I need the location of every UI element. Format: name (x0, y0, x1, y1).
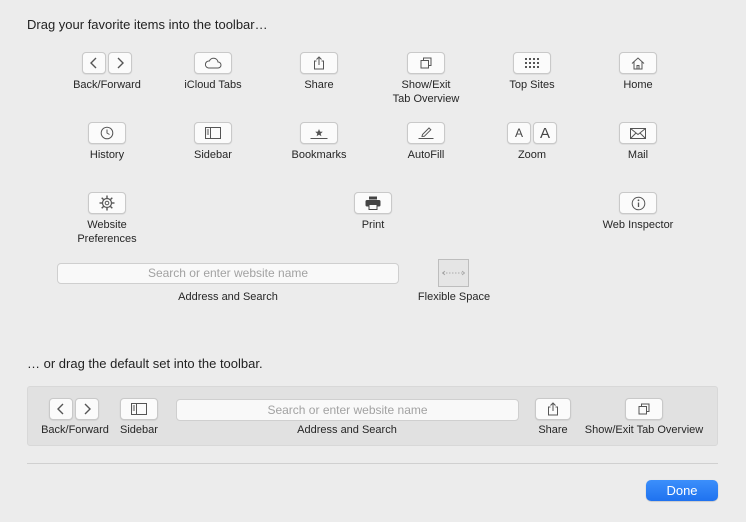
mail-label: Mail (627, 149, 649, 161)
toolbar-item-top-sites[interactable]: Top Sites (472, 52, 592, 92)
zoom-label: Zoom (517, 149, 547, 161)
autofill-label: AutoFill (407, 149, 445, 161)
toolbar-item-show-exit-tab-overview[interactable]: Show/Exit Tab Overview (366, 52, 486, 106)
back-icon (49, 398, 73, 420)
toolbar-item-zoom[interactable]: A A Zoom (472, 122, 592, 162)
default-address-and-search-label: Address and Search (297, 424, 397, 436)
tab-overview-icon (407, 52, 445, 74)
tab-overview-label: Show/Exit Tab Overview (392, 79, 460, 105)
flexible-space-arrow-icon (441, 270, 466, 276)
toolbar-item-sidebar[interactable]: Sidebar (153, 122, 273, 162)
website-preferences-label: Website Preferences (77, 219, 137, 245)
sidebar-label: Sidebar (194, 149, 232, 161)
back-forward-label: Back/Forward (73, 79, 141, 91)
share-icon (300, 52, 338, 74)
sidebar-icon (120, 398, 158, 420)
toolbar-item-web-inspector[interactable]: Web Inspector (578, 192, 698, 232)
address-and-search-label: Address and Search (178, 291, 278, 303)
autofill-pencil-icon (407, 122, 445, 144)
sidebar-icon (194, 122, 232, 144)
gear-icon (88, 192, 126, 214)
back-icon (82, 52, 106, 74)
grid-icon (513, 52, 551, 74)
default-sidebar-label: Sidebar (120, 424, 158, 436)
toolbar-item-share[interactable]: Share (259, 52, 379, 92)
default-toolbar-set[interactable]: Back/Forward Sidebar Search or enter web… (27, 386, 718, 446)
bookmarks-label: Bookmarks (291, 149, 347, 161)
home-label: Home (623, 79, 653, 91)
icloud-tabs-label: iCloud Tabs (184, 79, 242, 91)
favorites-heading: Drag your favorite items into the toolba… (27, 17, 268, 32)
toolbar-item-back-forward[interactable]: Back/Forward (47, 52, 167, 92)
default-set-heading: … or drag the default set into the toolb… (27, 356, 263, 371)
zoom-in-icon: A (533, 122, 557, 144)
forward-icon (75, 398, 99, 420)
top-sites-label: Top Sites (509, 79, 555, 91)
toolbar-item-icloud-tabs[interactable]: iCloud Tabs (153, 52, 273, 92)
cloud-icon (194, 52, 232, 74)
web-inspector-label: Web Inspector (602, 219, 674, 231)
envelope-icon (619, 122, 657, 144)
default-back-forward-buttons (49, 398, 99, 420)
done-button[interactable]: Done (646, 480, 718, 501)
default-tab-overview-label: Show/Exit Tab Overview (584, 424, 704, 436)
default-address-search-field: Search or enter website name (176, 399, 519, 421)
toolbar-item-home[interactable]: Home (578, 52, 698, 92)
address-search-field[interactable]: Search or enter website name (57, 263, 399, 284)
print-label: Print (361, 219, 385, 231)
toolbar-item-website-preferences[interactable]: Website Preferences (47, 192, 167, 246)
printer-icon (354, 192, 392, 214)
divider (27, 463, 718, 464)
history-label: History (89, 149, 125, 161)
share-icon (535, 398, 571, 420)
toolbar-item-history[interactable]: History (47, 122, 167, 162)
toolbar-item-bookmarks[interactable]: Bookmarks (259, 122, 379, 162)
flexible-space-item[interactable] (438, 259, 469, 287)
forward-icon (108, 52, 132, 74)
bookmarks-icon (300, 122, 338, 144)
tab-overview-icon (625, 398, 663, 420)
toolbar-item-autofill[interactable]: AutoFill (366, 122, 486, 162)
share-label: Share (304, 79, 334, 91)
house-icon (619, 52, 657, 74)
info-icon (619, 192, 657, 214)
clock-icon (88, 122, 126, 144)
flexible-space-label: Flexible Space (417, 291, 491, 303)
zoom-out-icon: A (507, 122, 531, 144)
toolbar-item-print[interactable]: Print (313, 192, 433, 232)
toolbar-item-mail[interactable]: Mail (578, 122, 698, 162)
default-back-forward-label: Back/Forward (41, 424, 109, 436)
